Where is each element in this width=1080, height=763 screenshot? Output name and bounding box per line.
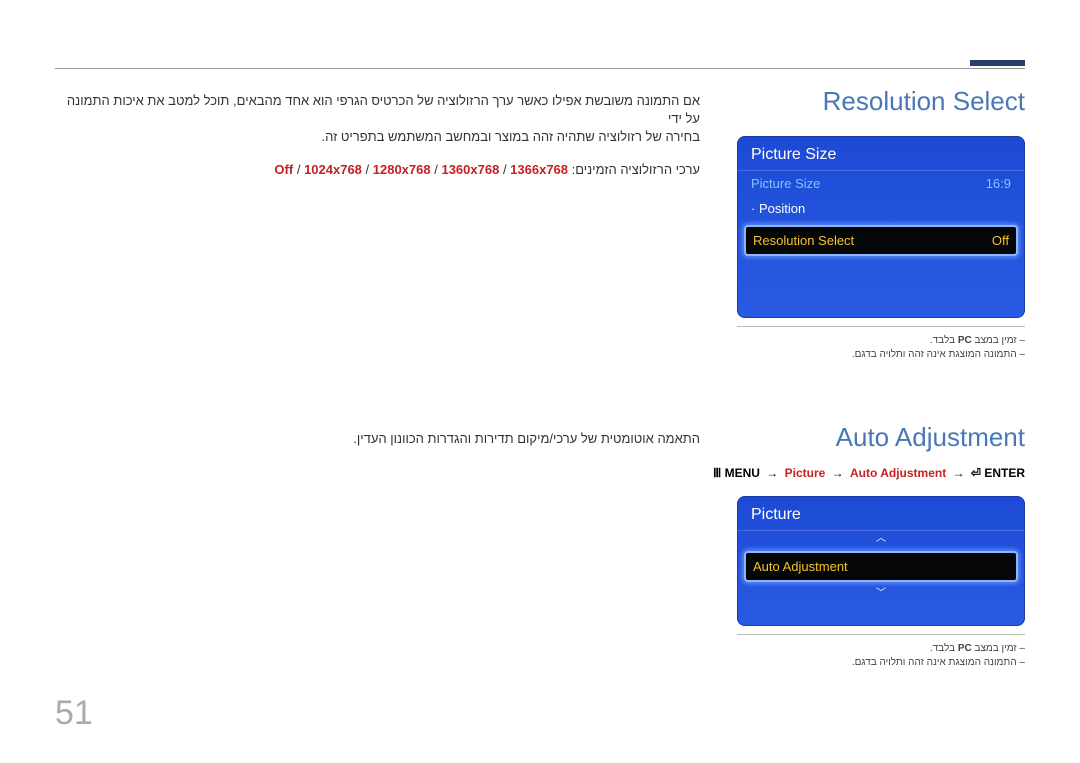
page: Resolution Select אם התמונה משובשת אפילו… [0,0,1080,763]
avail-r1: 1024x768 [304,162,362,177]
osd-picture: Picture ︿ Auto Adjustment ﹀ [737,496,1025,626]
nav-enter: ENTER [984,466,1025,480]
section1-footnotes: – זמין במצב PC בלבד. – התמונה המוצגת אינ… [737,326,1025,363]
section2-body: התאמה אוטומטית של ערכי/מיקום תדירות והגד… [60,430,700,448]
osd-title: Picture [737,496,1025,531]
footnote-pc-only: – זמין במצב PC בלבד. [737,335,1025,346]
section2-footnotes: – זמין במצב PC בלבד. – התמונה המוצגת אינ… [737,634,1025,671]
section1-available-resolutions: ערכי הרזולוציה הזמינים: Off / 1024x768 /… [60,161,700,179]
footnote-pc-only: – זמין במצב PC בלבד. [737,643,1025,654]
avail-r3: 1360x768 [441,162,499,177]
heading-auto-adjustment: Auto Adjustment [836,422,1025,453]
footnote-separator [737,326,1025,327]
osd-row-label: Picture Size [751,176,820,191]
osd-row-label: Auto Adjustment [753,559,848,574]
footnote-separator [737,634,1025,635]
section1-body: אם התמונה משובשת אפילו כאשר ערך הרזולוצי… [60,92,700,179]
chevron-up-icon[interactable]: ︿ [737,531,1025,547]
section1-body-line-a: אם התמונה משובשת אפילו כאשר ערך הרזולוצי… [60,92,700,128]
avail-r2: 1280x768 [373,162,431,177]
footnote-model-differs: – התמונה המוצגת אינה זהה ותלויה בדגם. [737,349,1025,360]
avail-prefix: ערכי הרזולוציה הזמינים: [568,162,700,177]
osd-row-label: Resolution Select [753,233,854,248]
arrow-icon: → [763,466,781,480]
footnote-model-differs: – התמונה המוצגת אינה זהה ותלויה בדגם. [737,657,1025,668]
osd-row-value: Off [992,233,1009,248]
header-separator [55,68,1025,69]
osd-row-position[interactable]: Position [737,196,1025,221]
section2-body-line: התאמה אוטומטית של ערכי/מיקום תדירות והגד… [60,430,700,448]
avail-off: Off [274,162,293,177]
osd-picture-size: Picture Size Picture Size 16:9 Position … [737,136,1025,318]
osd-row-resolution-select[interactable]: Resolution Select Off [744,225,1018,256]
menu-icon: Ⅲ [713,466,721,480]
breadcrumb-nav: Ⅲ MENU → Picture → Auto Adjustment → ⏎ E… [713,466,1025,480]
osd-row-value: 16:9 [986,176,1011,191]
osd-title: Picture Size [737,136,1025,171]
nav-menu: MENU [725,466,760,480]
heading-resolution-select: Resolution Select [823,86,1025,117]
arrow-icon: → [950,466,968,480]
osd-row-auto-adjustment[interactable]: Auto Adjustment [744,551,1018,582]
enter-icon: ⏎ [971,466,981,480]
nav-picture: Picture [785,466,826,480]
avail-r4: 1366x768 [510,162,568,177]
arrow-icon: → [829,466,847,480]
header-accent [970,60,1025,66]
osd-row-label: Position [751,201,805,216]
osd-row-picture-size[interactable]: Picture Size 16:9 [737,171,1025,196]
chevron-down-icon[interactable]: ﹀ [737,586,1025,602]
page-number: 51 [55,694,93,733]
nav-auto-adjustment: Auto Adjustment [850,466,946,480]
section1-body-line-b: בחירה של רזולוציה שתהיה זהה במוצר ובמחשב… [60,128,700,146]
